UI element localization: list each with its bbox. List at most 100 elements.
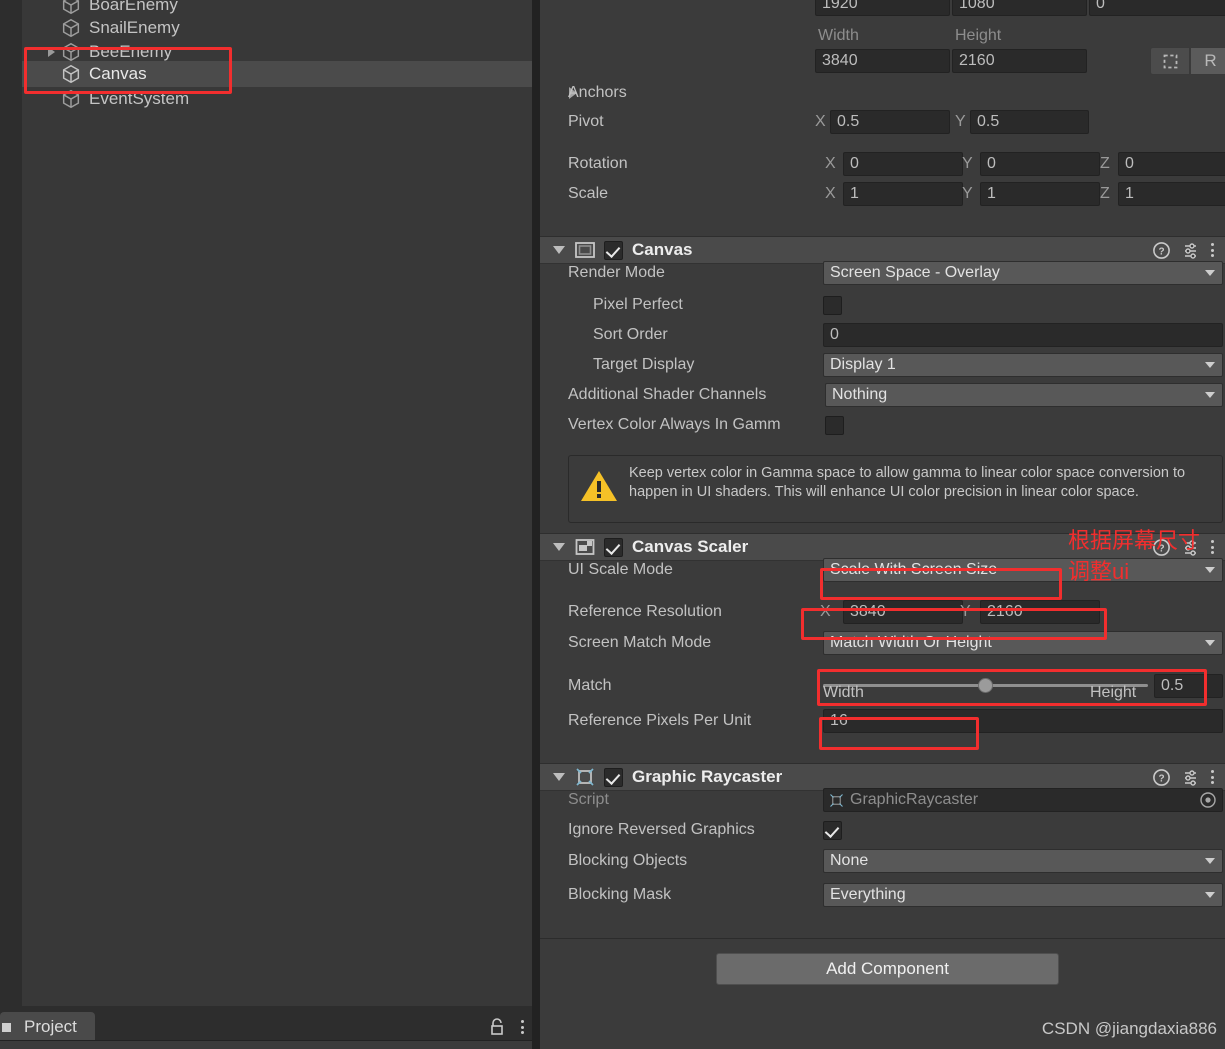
object-picker-icon[interactable] [1200, 792, 1216, 808]
canvas-enabled-checkbox[interactable] [604, 240, 623, 260]
expand-arrow-icon[interactable] [44, 61, 58, 87]
script-field: GraphicRaycaster [823, 788, 1223, 812]
hierarchy-item-label: Canvas [89, 64, 147, 83]
script-label: Script [568, 791, 609, 808]
vertex-color-gamma-checkbox[interactable] [825, 415, 844, 435]
rect-width-field[interactable]: 1920 [815, 0, 950, 16]
scale-x-field[interactable]: 1 [843, 182, 963, 206]
expand-arrow-icon[interactable] [44, 86, 58, 112]
blocking-mask-dropdown[interactable]: Everything [823, 883, 1223, 907]
graphic-raycaster-component-title: Graphic Raycaster [632, 767, 783, 786]
match-value-field[interactable]: 0.5 [1154, 674, 1223, 698]
preset-settings-icon[interactable] [1182, 242, 1199, 259]
pixel-perfect-checkbox[interactable] [823, 295, 842, 315]
help-icon[interactable]: ? [1153, 241, 1170, 259]
blocking-objects-dropdown[interactable]: None [823, 849, 1223, 873]
inspector-panel: 1920 1080 0 Width Height 3840 2160 R Anc… [540, 0, 1225, 1049]
hierarchy-item-label: SnailEnemy [89, 18, 180, 37]
hierarchy-gutter [0, 0, 22, 1006]
hierarchy-item-snailenemy[interactable]: SnailEnemy [22, 15, 532, 41]
sort-order-field[interactable]: 0 [823, 323, 1223, 347]
shader-channels-dropdown[interactable]: Nothing [825, 383, 1223, 407]
rotation-x-field[interactable]: 0 [843, 152, 963, 176]
help-icon[interactable]: ? [1153, 768, 1170, 786]
screen-match-mode-label: Screen Match Mode [568, 634, 712, 651]
reference-resolution-y-field[interactable]: 2160 [980, 600, 1100, 624]
add-component-button[interactable]: Add Component [716, 953, 1059, 985]
rotation-label: Rotation [568, 155, 628, 172]
scale-label: Scale [568, 185, 609, 202]
canvas-scaler-foldout-icon[interactable] [553, 543, 565, 551]
expand-arrow-icon[interactable] [44, 15, 58, 41]
blueprint-mode-button[interactable] [1150, 47, 1190, 75]
canvas-component-icon [575, 242, 595, 258]
rect-z-field[interactable]: 0 [1089, 0, 1225, 16]
graphic-raycaster-foldout-icon[interactable] [553, 773, 565, 781]
shader-channels-label: Additional Shader Channels [568, 386, 767, 403]
rotation-y-field[interactable]: 0 [980, 152, 1100, 176]
screen-match-mode-dropdown[interactable]: Match Width Or Height [823, 631, 1223, 655]
screen-match-mode-value: Match Width Or Height [830, 634, 992, 651]
pivot-x-field[interactable]: 0.5 [830, 110, 950, 134]
kebab-menu-icon[interactable] [521, 1020, 524, 1034]
hierarchy-item-eventsystem[interactable]: EventSystem [22, 86, 532, 112]
shader-channels-value: Nothing [832, 386, 888, 403]
blueprint-icon [1163, 54, 1177, 68]
blocking-objects-value: None [830, 852, 869, 869]
hierarchy-item-label: BeeEnemy [89, 42, 173, 61]
gameobject-cube-icon [62, 0, 80, 15]
hierarchy-panel: BoarEnemy SnailEnemy BeeEnemy Canvas Eve… [0, 0, 532, 1006]
ref-res-y-axis-label: Y [960, 603, 971, 620]
project-toolbar [0, 1040, 532, 1049]
canvas-scaler-kebab-menu-icon[interactable] [1211, 540, 1214, 554]
ui-scale-mode-label: UI Scale Mode [568, 561, 673, 578]
rotation-y-axis-label: Y [962, 155, 973, 172]
canvas-scaler-enabled-checkbox[interactable] [604, 537, 623, 557]
scale-x-axis-label: X [825, 185, 836, 202]
canvas-component-header[interactable]: Canvas ? [540, 236, 1225, 264]
chevron-down-icon [1205, 270, 1215, 276]
graphic-raycaster-component-header[interactable]: Graphic Raycaster ? [540, 763, 1225, 791]
rect-ref-height-field[interactable]: 2160 [952, 49, 1087, 73]
graphic-raycaster-component-icon [576, 768, 594, 786]
pixel-perfect-label: Pixel Perfect [593, 296, 683, 313]
raw-edit-mode-button[interactable]: R [1191, 47, 1225, 75]
height-label: Height [955, 27, 1002, 44]
reference-resolution-x-field[interactable]: 3840 [843, 600, 963, 624]
preset-settings-icon[interactable] [1182, 769, 1199, 786]
match-label: Match [568, 677, 612, 694]
unity-editor-window: BoarEnemy SnailEnemy BeeEnemy Canvas Eve… [0, 0, 1225, 1049]
graphic-raycaster-kebab-menu-icon[interactable] [1211, 770, 1214, 784]
ignore-reversed-graphics-checkbox[interactable] [823, 820, 842, 840]
ui-scale-mode-value: Scale With Screen Size [830, 561, 998, 578]
tab-project[interactable]: Project [0, 1012, 95, 1042]
lock-icon[interactable] [489, 1018, 505, 1036]
render-mode-dropdown[interactable]: Screen Space - Overlay [823, 261, 1223, 285]
scale-y-field[interactable]: 1 [980, 182, 1100, 206]
rect-height-field[interactable]: 1080 [952, 0, 1087, 16]
gameobject-cube-icon [62, 64, 80, 84]
canvas-component-body: Render Mode Screen Space - Overlay Pixel… [540, 261, 1225, 533]
pivot-y-field[interactable]: 0.5 [970, 110, 1089, 134]
match-slider-knob[interactable] [978, 678, 993, 693]
render-mode-label: Render Mode [568, 264, 665, 281]
inspector-footer: Add Component CSDN @jiangdaxia886 [540, 938, 1225, 1049]
chevron-down-icon [1205, 640, 1215, 646]
reference-pixels-per-unit-label: Reference Pixels Per Unit [568, 712, 752, 729]
reference-resolution-label: Reference Resolution [568, 603, 722, 620]
ui-scale-mode-dropdown[interactable]: Scale With Screen Size [823, 558, 1223, 582]
hierarchy-item-canvas[interactable]: Canvas [22, 61, 532, 87]
scale-z-field[interactable]: 1 [1118, 182, 1225, 206]
rect-ref-width-field[interactable]: 3840 [815, 49, 950, 73]
canvas-kebab-menu-icon[interactable] [1211, 243, 1214, 257]
graphic-raycaster-enabled-checkbox[interactable] [604, 767, 623, 787]
reference-pixels-per-unit-field[interactable]: 16 [823, 709, 1223, 733]
panel-divider[interactable] [532, 0, 540, 1049]
pivot-x-axis-label: X [815, 113, 826, 130]
canvas-foldout-icon[interactable] [553, 246, 565, 254]
target-display-label: Target Display [593, 356, 695, 373]
width-label: Width [818, 27, 859, 44]
target-display-dropdown[interactable]: Display 1 [823, 353, 1223, 377]
rotation-z-field[interactable]: 0 [1118, 152, 1225, 176]
svg-text:?: ? [1158, 246, 1164, 257]
